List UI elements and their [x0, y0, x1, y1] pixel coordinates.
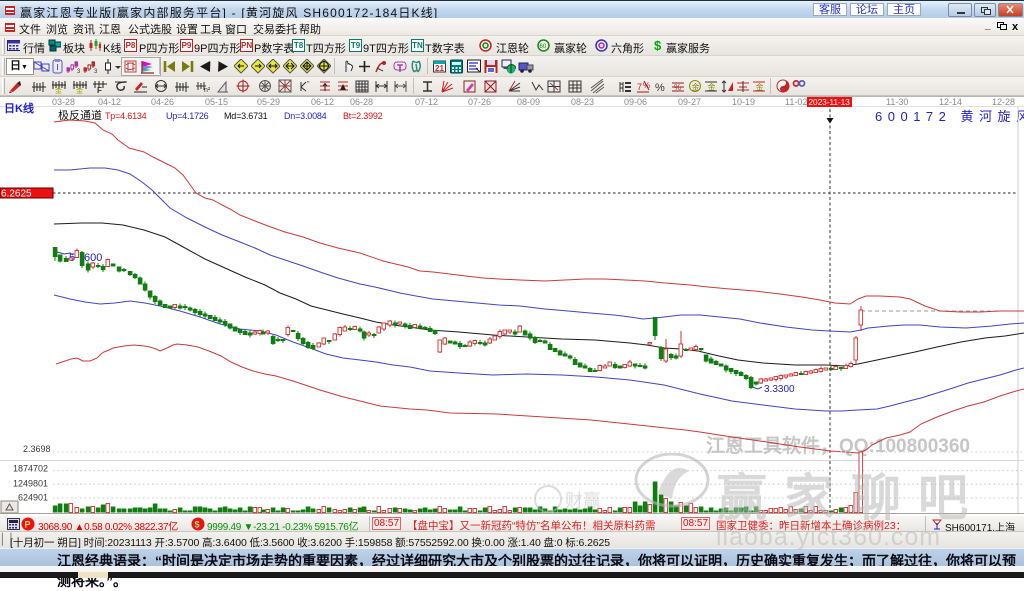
svg-text:%: %	[655, 82, 665, 94]
svg-text:06-28: 06-28	[350, 97, 373, 107]
svg-text:07-26: 07-26	[468, 97, 491, 107]
svg-text:04-12: 04-12	[98, 97, 121, 107]
svg-text:09-06: 09-06	[624, 97, 647, 107]
svg-text:10-19: 10-19	[732, 97, 755, 107]
svg-text:Tp=4.6134: Tp=4.6134	[105, 111, 147, 121]
svg-text:Dn=3.0084: Dn=3.0084	[284, 111, 327, 121]
svg-text:08-23: 08-23	[571, 97, 594, 107]
svg-text:Up=4.1726: Up=4.1726	[166, 111, 209, 121]
svg-text:600172 黄河旋风: 600172 黄河旋风	[875, 109, 1024, 124]
svg-text:金: 金	[692, 82, 700, 92]
svg-text:江恩工具软件，QQ:100800360: 江恩工具软件，QQ:100800360	[706, 434, 970, 457]
svg-text:05-29: 05-29	[257, 97, 280, 107]
svg-text:624901: 624901	[18, 493, 48, 503]
svg-text:04-26: 04-26	[151, 97, 174, 107]
svg-text:1249801: 1249801	[13, 479, 48, 489]
svg-text:09-27: 09-27	[678, 97, 701, 107]
svg-text:08-09: 08-09	[517, 97, 540, 107]
svg-text:3.3300: 3.3300	[764, 384, 795, 395]
svg-text:金: 金	[708, 82, 716, 92]
svg-text:7: 7	[637, 82, 642, 92]
svg-text:3: 3	[77, 69, 81, 75]
svg-text:n²: n²	[204, 87, 211, 94]
svg-text:06-12: 06-12	[311, 97, 334, 107]
svg-text:6.2625: 6.2625	[1, 189, 32, 200]
svg-text:金: 金	[756, 82, 764, 92]
svg-text:3: 3	[94, 69, 98, 75]
svg-text:60: 60	[540, 44, 547, 50]
svg-text:": "	[307, 81, 310, 88]
svg-text:P: P	[25, 520, 31, 530]
svg-text:Bt=2.3992: Bt=2.3992	[343, 111, 383, 121]
svg-text:07-12: 07-12	[415, 97, 438, 107]
svg-text:11-30: 11-30	[886, 97, 908, 107]
svg-text:11-02: 11-02	[785, 97, 807, 107]
svg-text:%: %	[643, 81, 650, 90]
svg-text:2023-11-13: 2023-11-13	[809, 97, 851, 107]
svg-text:03-28: 03-28	[52, 97, 75, 107]
svg-text:2.3698: 2.3698	[23, 444, 51, 454]
svg-text:12-14: 12-14	[939, 97, 962, 107]
svg-text:21: 21	[435, 64, 444, 73]
svg-text:Md=3.6731: Md=3.6731	[224, 111, 268, 121]
svg-text:$: $	[195, 520, 200, 530]
svg-text:日K线: 日K线	[4, 101, 34, 115]
svg-text:金: 金	[55, 86, 62, 94]
svg-text:1874702: 1874702	[13, 464, 48, 474]
svg-text:12-28: 12-28	[992, 97, 1015, 107]
svg-text:%: %	[674, 83, 681, 92]
svg-text:金: 金	[76, 86, 83, 94]
svg-text:F: F	[97, 86, 102, 94]
svg-text:05-15: 05-15	[205, 97, 228, 107]
svg-text:极反通道: 极反通道	[58, 108, 102, 122]
